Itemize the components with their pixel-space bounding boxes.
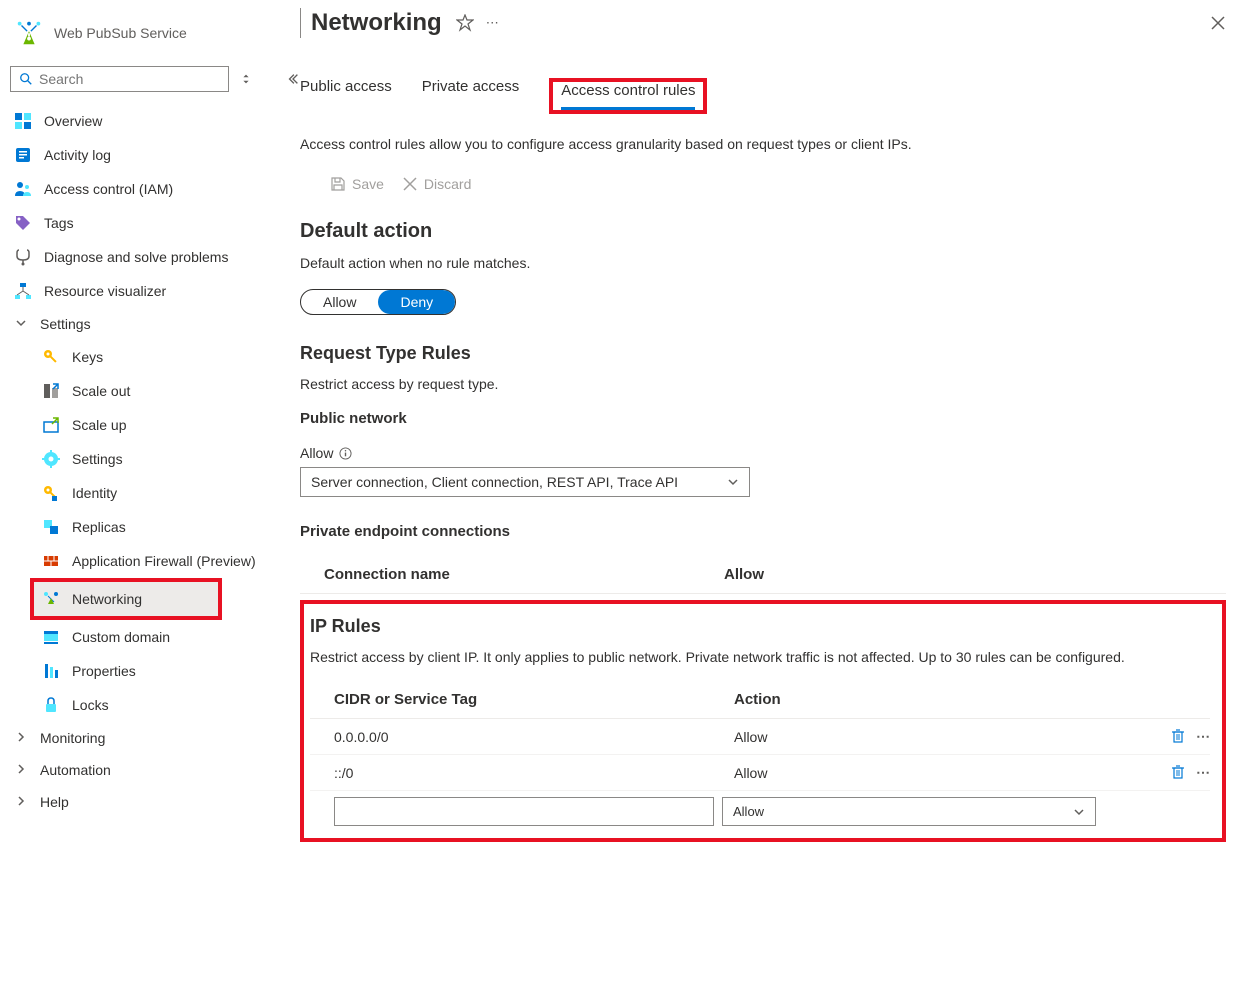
overview-icon	[14, 112, 32, 130]
firewall-icon	[42, 552, 60, 570]
scale-out-icon	[42, 382, 60, 400]
tab-public-access[interactable]: Public access	[300, 78, 392, 114]
service-logo	[14, 18, 44, 48]
public-network-heading: Public network	[300, 410, 1226, 427]
diagnose-icon	[14, 248, 32, 266]
ip-rule-cidr: ::/0	[334, 765, 734, 781]
close-icon[interactable]	[1210, 15, 1226, 31]
default-action-heading: Default action	[300, 220, 1226, 243]
delete-icon[interactable]	[1170, 728, 1186, 744]
ip-rule-action: Allow	[734, 765, 1170, 781]
log-icon	[14, 146, 32, 164]
search-box[interactable]	[10, 66, 229, 92]
more-options-icon[interactable]: ⋯	[486, 15, 499, 31]
tag-icon	[14, 214, 32, 232]
favorite-star-icon[interactable]	[456, 14, 474, 32]
gear-icon	[42, 450, 60, 468]
save-button[interactable]: Save	[330, 176, 384, 192]
lock-icon	[42, 696, 60, 714]
iam-icon	[14, 180, 32, 198]
search-icon	[19, 72, 33, 86]
private-endpoint-heading: Private endpoint connections	[300, 523, 1226, 540]
header-divider	[300, 8, 301, 38]
ip-rule-action: Allow	[734, 729, 1170, 745]
default-action-toggle: Allow Deny	[300, 289, 456, 315]
delete-icon[interactable]	[1170, 764, 1186, 780]
default-action-desc: Default action when no rule matches.	[300, 255, 1226, 271]
chevron-right-icon	[14, 794, 28, 810]
toggle-allow[interactable]: Allow	[301, 290, 378, 314]
ip-rule-cidr: 0.0.0.0/0	[334, 729, 734, 745]
search-input[interactable]	[39, 71, 220, 87]
tabs: Public access Private access Access cont…	[300, 78, 1226, 114]
allow-label: Allow	[300, 445, 1226, 461]
service-name: Web PubSub Service	[54, 25, 187, 41]
chevron-right-icon	[14, 730, 28, 746]
properties-icon	[42, 662, 60, 680]
main-content: Networking ⋯ Public access Private acces…	[260, 0, 1246, 842]
domain-icon	[42, 628, 60, 646]
scale-up-icon	[42, 416, 60, 434]
identity-icon	[42, 484, 60, 502]
info-icon[interactable]	[339, 447, 352, 460]
nav-networking[interactable]: Networking	[34, 582, 218, 616]
ip-rules-heading: IP Rules	[310, 616, 1210, 637]
col-connection-name: Connection name	[324, 566, 724, 583]
ip-rule-row: ::/0 Allow ⋯	[310, 755, 1210, 791]
ip-rules-desc: Restrict access by client IP. It only ap…	[310, 649, 1210, 665]
request-type-rules-heading: Request Type Rules	[300, 343, 1226, 364]
col-cidr: CIDR or Service Tag	[334, 691, 734, 708]
acr-description: Access control rules allow you to config…	[300, 136, 1226, 152]
pec-table-header: Connection name Allow	[300, 556, 1226, 594]
new-action-select[interactable]: Allow	[722, 797, 1096, 826]
toggle-deny[interactable]: Deny	[378, 290, 455, 314]
chevron-down-icon	[14, 316, 28, 332]
networking-icon	[42, 590, 60, 608]
discard-icon	[402, 176, 418, 192]
page-title: Networking	[311, 9, 442, 37]
tab-private-access[interactable]: Private access	[422, 78, 520, 114]
row-more-icon[interactable]: ⋯	[1196, 728, 1210, 745]
col-allow: Allow	[724, 566, 1226, 583]
chevron-down-icon	[1073, 806, 1085, 818]
tab-access-control-rules[interactable]: Access control rules	[561, 82, 695, 110]
chevron-right-icon	[14, 762, 28, 778]
chevron-down-icon	[727, 476, 739, 488]
allow-request-types-select[interactable]: Server connection, Client connection, RE…	[300, 467, 750, 497]
row-more-icon[interactable]: ⋯	[1196, 764, 1210, 781]
save-icon	[330, 176, 346, 192]
new-cidr-input[interactable]	[334, 797, 714, 826]
visualizer-icon	[14, 282, 32, 300]
col-action: Action	[734, 691, 1210, 708]
ip-rules-table-header: CIDR or Service Tag Action	[310, 681, 1210, 719]
ip-rule-row: 0.0.0.0/0 Allow ⋯	[310, 719, 1210, 755]
discard-button[interactable]: Discard	[402, 176, 471, 192]
sort-icon[interactable]	[239, 72, 253, 86]
key-icon	[42, 348, 60, 366]
replicas-icon	[42, 518, 60, 536]
request-type-rules-desc: Restrict access by request type.	[300, 376, 1226, 392]
